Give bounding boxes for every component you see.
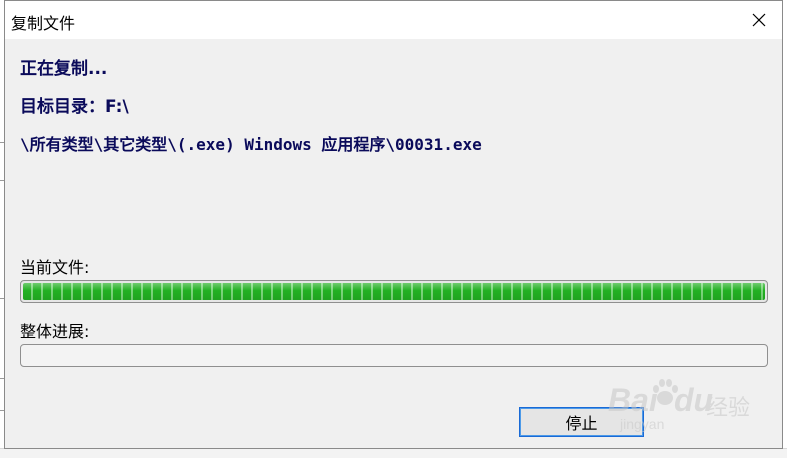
copy-status-text: 正在复制... — [20, 59, 108, 79]
target-directory-text: 目标目录：F:\ — [20, 97, 129, 117]
title-bar: 复制文件 — [5, 1, 782, 39]
stop-button[interactable]: 停止 — [519, 407, 644, 437]
window-title: 复制文件 — [11, 14, 76, 33]
close-icon — [752, 13, 766, 27]
overall-progress-label: 整体进展: — [20, 322, 90, 341]
current-file-progress-bar — [20, 280, 768, 303]
current-file-path: \所有类型\其它类型\(.exe) Windows 应用程序\00031.exe — [20, 135, 482, 154]
close-button[interactable] — [736, 1, 782, 39]
copy-file-dialog: 复制文件 正在复制... 目标目录：F:\ \所有类型\其它类型\(.exe) … — [4, 0, 783, 449]
current-file-progress-fill — [23, 283, 765, 300]
current-file-label: 当前文件: — [20, 258, 90, 277]
overall-progress-bar — [20, 344, 768, 367]
